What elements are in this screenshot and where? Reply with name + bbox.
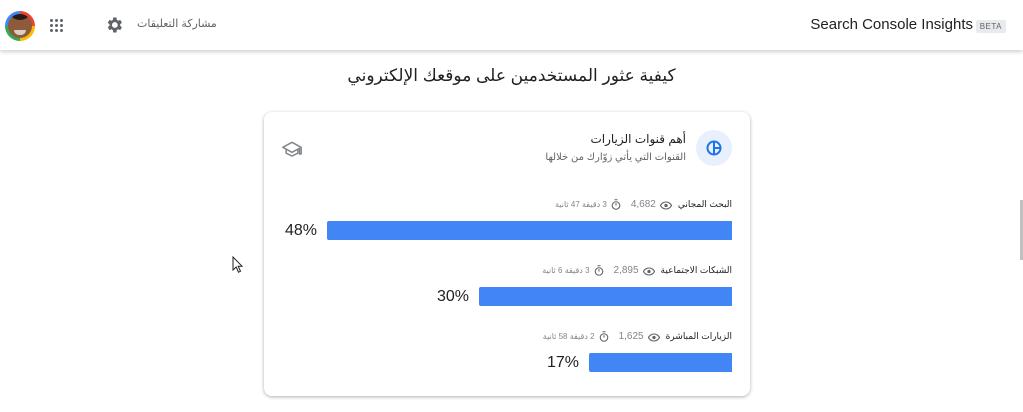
timer-icon (611, 198, 621, 210)
timer-icon (594, 264, 603, 276)
channel-users: 1,625 (618, 330, 644, 342)
bar-track (327, 287, 732, 306)
top-bar: مشاركة التعليقات Search Console Insights… (0, 0, 1023, 50)
apps-grid-icon[interactable] (50, 19, 64, 33)
channel-meta: الزيارات المباشرة 1,625 2 دقيقة 58 ثانية (543, 329, 732, 343)
channel-duration: 3 دقيقة 47 ثانية (555, 199, 607, 209)
channel-name: الشبكات الاجتماعية (660, 264, 732, 275)
traffic-channels-card: أهم قنوات الزيارات القنوات التي يأتي زوّ… (264, 112, 750, 396)
page-title: كيفية عثور المستخدمين على موقعك الإلكترو… (347, 66, 676, 85)
channel-users: 4,682 (630, 198, 656, 210)
channel-bar (589, 353, 732, 372)
channel-row: الشبكات الاجتماعية 2,895 3 دقيقة 6 ثانية… (264, 263, 750, 323)
channel-meta: البحث المجاني 4,682 3 دقيقة 47 ثانية (555, 197, 732, 211)
channel-row: البحث المجاني 4,682 3 دقيقة 47 ثانية 48% (264, 197, 750, 257)
channel-bar (479, 287, 732, 306)
pie-chart-icon (696, 130, 732, 166)
school-icon[interactable] (282, 140, 302, 158)
feedback-link[interactable]: مشاركة التعليقات (137, 17, 217, 30)
card-title: أهم قنوات الزيارات (590, 132, 686, 146)
eye-icon (642, 266, 655, 276)
channel-name: الزيارات المباشرة (665, 330, 732, 341)
channel-percent: 17% (546, 354, 579, 371)
channel-meta: الشبكات الاجتماعية 2,895 3 دقيقة 6 ثانية (542, 263, 732, 277)
avatar-face (8, 14, 32, 38)
channel-duration: 2 دقيقة 58 ثانية (542, 331, 595, 341)
channel-bar (327, 221, 732, 240)
beta-badge: BETA (975, 20, 1006, 33)
channel-name: البحث المجاني (677, 198, 732, 209)
channel-percent: 30% (436, 288, 469, 305)
eye-icon (659, 200, 672, 210)
channel-users: 2,895 (613, 264, 639, 276)
card-subtitle: القنوات التي يأتي زوّارك من خلالها (545, 152, 686, 163)
gear-icon[interactable] (104, 15, 124, 35)
mouse-cursor-icon (232, 256, 244, 273)
avatar[interactable] (5, 11, 35, 41)
bar-track (327, 353, 732, 372)
app-title: Search Console Insights (810, 16, 973, 33)
eye-icon (647, 332, 660, 342)
timer-icon (599, 330, 608, 342)
channel-duration: 3 دقيقة 6 ثانية (542, 265, 590, 275)
channel-row: الزيارات المباشرة 1,625 2 دقيقة 58 ثانية… (264, 329, 750, 389)
bar-track (327, 221, 732, 240)
channel-percent: 48% (284, 222, 317, 239)
